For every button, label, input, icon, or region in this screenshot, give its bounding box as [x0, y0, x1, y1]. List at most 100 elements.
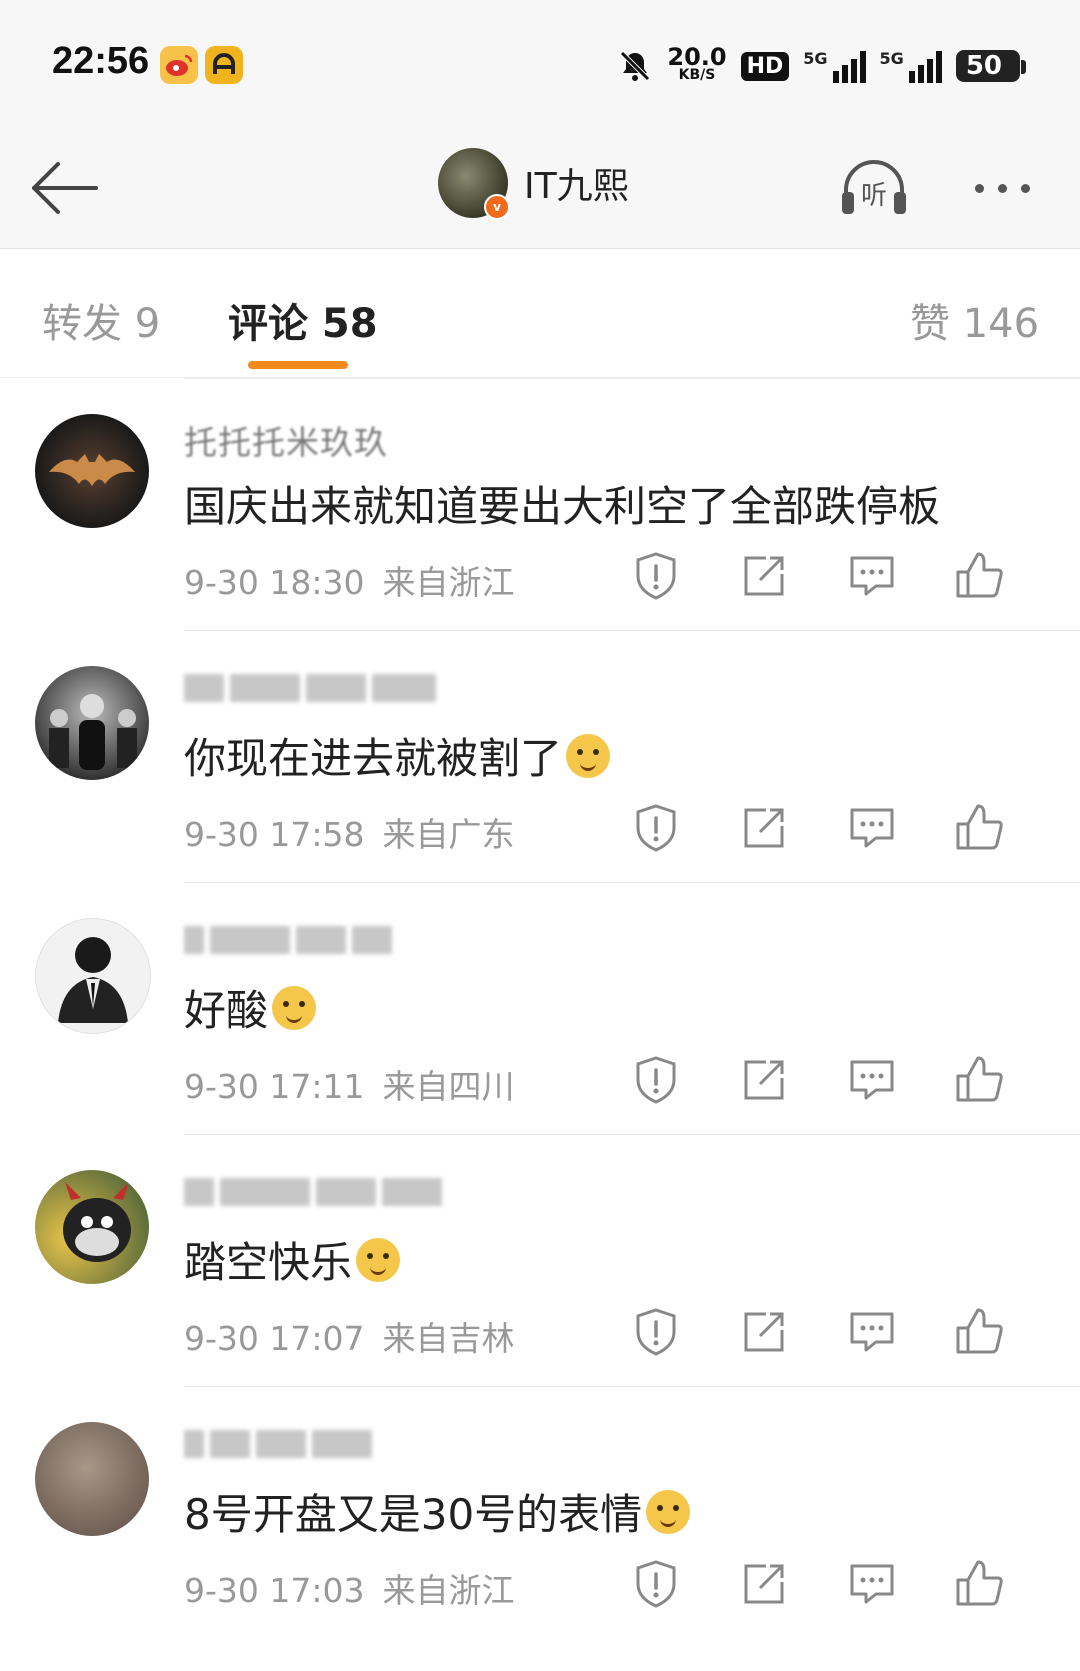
- weibo-notification-icon: [160, 46, 198, 84]
- reply-button[interactable]: [844, 1304, 900, 1360]
- doge-emoji-icon: [646, 1489, 691, 1534]
- comment-item: 好酸 9-30 17:11 来自四川: [0, 882, 1080, 1137]
- report-icon: [636, 804, 676, 852]
- reply-icon: [850, 556, 894, 596]
- share-button[interactable]: [736, 1052, 792, 1108]
- divider: [184, 630, 1080, 631]
- sig1-label: 5G: [803, 49, 828, 68]
- share-button[interactable]: [736, 548, 792, 604]
- commenter-name[interactable]: 托托托米玖玖: [184, 416, 388, 464]
- comment-actions: [0, 1052, 1080, 1108]
- active-tab-indicator: [248, 361, 348, 369]
- commenter-avatar[interactable]: [35, 918, 151, 1034]
- report-icon: [636, 552, 676, 600]
- doge-emoji-icon: [566, 733, 611, 778]
- tab-like[interactable]: 赞 146: [910, 291, 1039, 349]
- like-icon: [956, 1056, 1003, 1102]
- commenter-name-redacted[interactable]: [184, 926, 392, 956]
- reply-icon: [850, 1060, 894, 1100]
- comment-actions: [0, 548, 1080, 604]
- share-icon: [744, 1060, 784, 1100]
- share-icon: [744, 1312, 784, 1352]
- comment-item: 踏空快乐 9-30 17:07 来自吉林: [0, 1134, 1080, 1389]
- share-icon: [744, 1564, 784, 1604]
- report-button[interactable]: [628, 800, 684, 856]
- commenter-name-redacted[interactable]: [184, 674, 436, 704]
- report-button[interactable]: [628, 1556, 684, 1612]
- author-name[interactable]: IT九熙: [524, 157, 629, 209]
- listen-button[interactable]: 听: [836, 152, 912, 224]
- report-button[interactable]: [628, 548, 684, 604]
- report-icon: [636, 1308, 676, 1356]
- comment-actions: [0, 1556, 1080, 1612]
- comment-text-content: 好酸: [184, 986, 269, 1035]
- silent-bell-icon: [620, 51, 651, 81]
- comment-text: 好酸: [184, 977, 317, 1038]
- share-icon: [744, 556, 784, 596]
- share-button[interactable]: [736, 1556, 792, 1612]
- like-icon: [956, 552, 1003, 598]
- comment-text: 8号开盘又是30号的表情: [184, 1481, 691, 1542]
- reply-button[interactable]: [844, 800, 900, 856]
- cartoon-avatar-image: [63, 1182, 131, 1262]
- share-button[interactable]: [736, 1304, 792, 1360]
- suited-man-avatar-image: [58, 937, 128, 1023]
- more-icon: [974, 183, 984, 193]
- share-icon: [744, 808, 784, 848]
- comment-text-content: 8号开盘又是30号的表情: [184, 1490, 643, 1539]
- author-header[interactable]: v IT九熙: [438, 148, 629, 220]
- reply-button[interactable]: [844, 548, 900, 604]
- status-indicators: 20.0 KB/S HD 5G 5G 50: [617, 44, 1027, 88]
- report-button[interactable]: [628, 1304, 684, 1360]
- divider: [184, 378, 1080, 379]
- back-button[interactable]: [28, 150, 104, 226]
- report-button[interactable]: [628, 1052, 684, 1108]
- commenter-avatar[interactable]: [35, 1170, 149, 1284]
- commenter-name-redacted[interactable]: [184, 1178, 442, 1208]
- comment-text-content: 国庆出来就知道要出大利空了全部跌停板: [184, 482, 941, 531]
- divider: [184, 1386, 1080, 1387]
- comment-actions: [0, 1304, 1080, 1360]
- commenter-avatar[interactable]: [35, 666, 149, 780]
- listen-label: 听: [861, 181, 887, 211]
- app-notification-icon: [205, 46, 243, 84]
- comment-item: 托托托米玖玖 国庆出来就知道要出大利空了全部跌停板 9-30 18:30 来自浙江: [0, 378, 1080, 633]
- like-icon: [956, 804, 1003, 850]
- signal-2-icon: 5G: [880, 49, 942, 83]
- doge-emoji-icon: [356, 1237, 401, 1282]
- listen-icon: 听: [842, 160, 906, 214]
- divider: [184, 882, 1080, 883]
- like-button[interactable]: [952, 800, 1008, 856]
- like-icon: [956, 1560, 1003, 1606]
- signal-1-icon: 5G: [803, 49, 866, 83]
- more-button[interactable]: [962, 160, 1042, 216]
- commenter-avatar[interactable]: [35, 414, 149, 528]
- battery-indicator: 50: [955, 50, 1027, 82]
- like-button[interactable]: [952, 1556, 1008, 1612]
- tab-repost[interactable]: 转发 9: [42, 291, 160, 349]
- reply-button[interactable]: [844, 1052, 900, 1108]
- sig2-label: 5G: [879, 49, 904, 68]
- author-avatar[interactable]: v: [438, 148, 510, 220]
- like-button[interactable]: [952, 1304, 1008, 1360]
- comment-text-content: 踏空快乐: [184, 1238, 353, 1287]
- tab-comment[interactable]: 评论 58: [228, 291, 378, 349]
- comment-text: 踏空快乐: [184, 1229, 401, 1290]
- like-button[interactable]: [952, 548, 1008, 604]
- like-icon: [956, 1308, 1003, 1354]
- network-speed: 20.0 KB/S: [667, 45, 726, 84]
- comment-item: 你现在进去就被割了 9-30 17:58 来自广东: [0, 630, 1080, 885]
- hd-badge: HD: [740, 51, 790, 81]
- reply-button[interactable]: [844, 1556, 900, 1612]
- like-button[interactable]: [952, 1052, 1008, 1108]
- interaction-tabs: 转发 9 评论 58 赞 146: [0, 249, 1080, 378]
- divider: [184, 1134, 1080, 1135]
- share-button[interactable]: [736, 800, 792, 856]
- commenter-name-redacted[interactable]: [184, 1430, 372, 1460]
- report-icon: [636, 1560, 676, 1608]
- commenter-avatar[interactable]: [35, 1422, 149, 1536]
- status-bar: 22:56 20.0 KB/S HD 5G 5G 50: [0, 0, 1080, 130]
- comment-text-content: 你现在进去就被割了: [184, 734, 563, 783]
- smug-emoji-icon: [272, 985, 317, 1030]
- group-photo-avatar-image: [49, 694, 137, 770]
